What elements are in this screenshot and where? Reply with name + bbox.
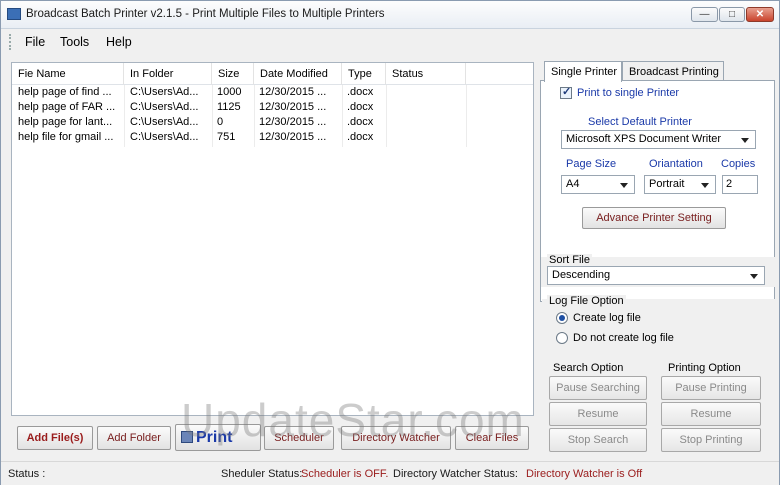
sort-file-value: Descending [552, 269, 611, 281]
printer-app-icon [7, 8, 21, 20]
file-list[interactable]: Fie Name In Folder Size Date Modified Ty… [11, 62, 534, 416]
cell-date: 12/30/2015 ... [259, 101, 327, 113]
cell-folder: C:\Users\Ad... [130, 86, 199, 98]
cell-folder: C:\Users\Ad... [130, 116, 199, 128]
cell-date: 12/30/2015 ... [259, 131, 327, 143]
column-header-date[interactable]: Date Modified [254, 63, 342, 85]
pause-printing-button[interactable]: Pause Printing [661, 376, 761, 400]
cell-size: 1000 [217, 86, 242, 98]
select-default-printer-label: Select Default Printer [588, 116, 692, 128]
print-single-checkbox[interactable] [560, 85, 572, 99]
orientation-label: Oriantation [649, 158, 703, 170]
clear-files-button[interactable]: Clear Files [455, 426, 529, 450]
minimize-button[interactable]: — [691, 7, 718, 22]
tab-broadcast-printing[interactable]: Broadcast Printing [622, 61, 724, 81]
resume-search-button[interactable]: Resume [549, 402, 647, 426]
chevron-down-icon [741, 138, 749, 143]
copies-label: Copies [721, 158, 756, 170]
default-printer-value: Microsoft XPS Document Writer [566, 133, 722, 145]
cell-name: help page for lant... [18, 116, 113, 128]
menu-bar: File Tools Help [1, 30, 779, 54]
no-log-label: Do not create log file [573, 332, 674, 344]
chevron-down-icon [701, 183, 709, 188]
page-size-select[interactable]: A4 [561, 175, 635, 194]
add-folder-button[interactable]: Add Folder [97, 426, 171, 450]
column-header-folder[interactable]: In Folder [124, 63, 212, 85]
cell-size: 0 [217, 116, 224, 128]
scheduler-button[interactable]: Scheduler [264, 426, 334, 450]
log-file-label: Log File Option [547, 295, 626, 307]
action-button-bar: Add File(s) Add Folder Print Scheduler D… [11, 423, 534, 453]
sort-file-label: Sort File [547, 254, 592, 266]
cell-type: .docx [347, 101, 374, 113]
close-button[interactable]: ✕ [746, 7, 774, 22]
print-button[interactable]: Print [175, 424, 261, 451]
cell-name: help page of FAR ... [18, 101, 116, 113]
search-option-label: Search Option [551, 362, 626, 374]
pause-searching-button[interactable]: Pause Searching [549, 376, 647, 400]
menu-file[interactable]: File [25, 35, 45, 49]
print-single-label: Print to single Printer [577, 87, 680, 99]
no-log-radio[interactable] [556, 332, 568, 344]
tab-single-printer[interactable]: Single Printer [544, 61, 622, 82]
cell-folder: C:\Users\Ad... [130, 131, 199, 143]
watcher-status-value: Directory Watcher is Off [526, 468, 643, 480]
menu-grip-icon [9, 34, 12, 50]
cell-type: .docx [347, 116, 374, 128]
orientation-select[interactable]: Portrait [644, 175, 716, 194]
table-row[interactable]: help file for gmail ... C:\Users\Ad... 7… [12, 130, 533, 145]
cell-date: 12/30/2015 ... [259, 116, 327, 128]
status-bar: Status : Sheduler Status: Scheduler is O… [1, 461, 779, 485]
resume-printing-button[interactable]: Resume [661, 402, 761, 426]
column-header-spacer [466, 63, 533, 85]
cell-folder: C:\Users\Ad... [130, 101, 199, 113]
cell-type: .docx [347, 86, 374, 98]
column-header-name[interactable]: Fie Name [12, 63, 124, 85]
sort-file-select[interactable]: Descending [547, 266, 765, 285]
column-header-type[interactable]: Type [342, 63, 386, 85]
sort-file-group: Sort File Descending [541, 254, 775, 287]
table-row[interactable]: help page of FAR ... C:\Users\Ad... 1125… [12, 100, 533, 115]
title-bar: Broadcast Batch Printer v2.1.5 - Print M… [1, 1, 779, 29]
menu-tools[interactable]: Tools [60, 35, 89, 49]
copies-value: 2 [726, 178, 733, 190]
page-size-label: Page Size [566, 158, 617, 170]
cell-name: help page of find ... [18, 86, 112, 98]
cell-name: help file for gmail ... [18, 131, 114, 143]
orientation-value: Portrait [649, 178, 685, 190]
cell-type: .docx [347, 131, 374, 143]
watcher-status-label: Directory Watcher Status: [393, 468, 518, 480]
table-row[interactable]: help page for lant... C:\Users\Ad... 0 1… [12, 115, 533, 130]
column-header-status[interactable]: Status [386, 63, 466, 85]
table-row[interactable]: help page of find ... C:\Users\Ad... 100… [12, 85, 533, 100]
scheduler-status-value: Scheduler is OFF. [301, 468, 389, 480]
maximize-button[interactable]: □ [719, 7, 745, 22]
add-files-button[interactable]: Add File(s) [17, 426, 93, 450]
chevron-down-icon [750, 274, 758, 279]
cell-size: 1125 [217, 101, 241, 113]
stop-printing-button[interactable]: Stop Printing [661, 428, 761, 452]
page-size-value: A4 [566, 178, 580, 190]
directory-watcher-button[interactable]: Directory Watcher [341, 426, 451, 450]
stop-search-button[interactable]: Stop Search [549, 428, 647, 452]
chevron-down-icon [620, 183, 628, 188]
cell-date: 12/30/2015 ... [259, 86, 327, 98]
app-window: Broadcast Batch Printer v2.1.5 - Print M… [0, 0, 780, 485]
window-title: Broadcast Batch Printer v2.1.5 - Print M… [26, 8, 385, 20]
column-header-size[interactable]: Size [212, 63, 254, 85]
default-printer-select[interactable]: Microsoft XPS Document Writer [561, 130, 756, 149]
menu-help[interactable]: Help [106, 35, 132, 49]
printing-option-label: Printing Option [666, 362, 743, 374]
advance-printer-setting-button[interactable]: Advance Printer Setting [582, 207, 726, 229]
cell-size: 751 [217, 131, 236, 143]
create-log-label: Create log file [573, 312, 641, 324]
printer-icon [181, 431, 193, 443]
print-button-label: Print [196, 429, 233, 446]
log-file-group: Log File Option Create log file Do not c… [542, 295, 776, 355]
create-log-radio[interactable] [556, 312, 568, 324]
scheduler-status-label: Sheduler Status: [221, 468, 303, 480]
copies-input[interactable]: 2 [722, 175, 758, 194]
status-label: Status : [8, 468, 46, 480]
